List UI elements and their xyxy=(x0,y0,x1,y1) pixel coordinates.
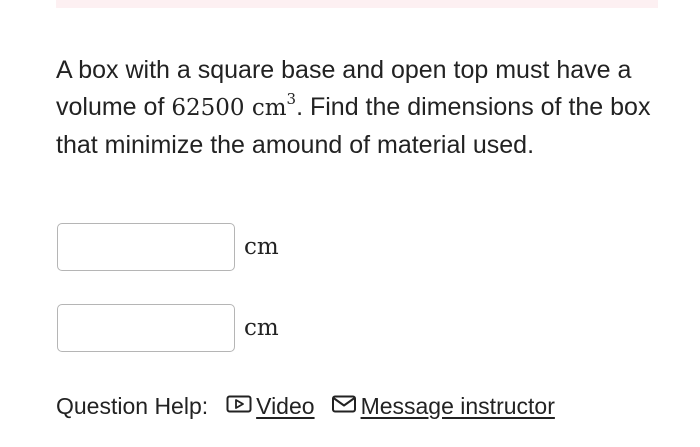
answer-input-1[interactable] xyxy=(57,223,235,271)
volume-unit: cm xyxy=(251,95,287,121)
message-instructor-label[interactable]: Message instructor xyxy=(361,393,555,420)
video-link[interactable]: Video xyxy=(226,393,315,420)
answer-input-2[interactable] xyxy=(57,304,235,352)
question-help: Question Help: Video Message instructor xyxy=(56,393,555,420)
video-play-icon xyxy=(226,393,252,420)
envelope-icon xyxy=(331,393,357,420)
volume-expression: 62500 cm3 xyxy=(171,92,296,121)
answer-row-1: cm xyxy=(57,223,279,271)
top-banner xyxy=(56,0,658,8)
volume-value: 62500 xyxy=(171,95,245,121)
answer-unit-2: cm xyxy=(244,315,279,341)
answer-unit-1: cm xyxy=(244,234,279,260)
volume-exponent: 3 xyxy=(286,90,297,109)
answer-row-2: cm xyxy=(57,304,279,352)
video-link-label[interactable]: Video xyxy=(256,393,314,420)
question-help-label: Question Help: xyxy=(56,393,209,419)
message-instructor-link[interactable]: Message instructor xyxy=(331,393,555,420)
question-text: A box with a square base and open top mu… xyxy=(56,52,671,164)
